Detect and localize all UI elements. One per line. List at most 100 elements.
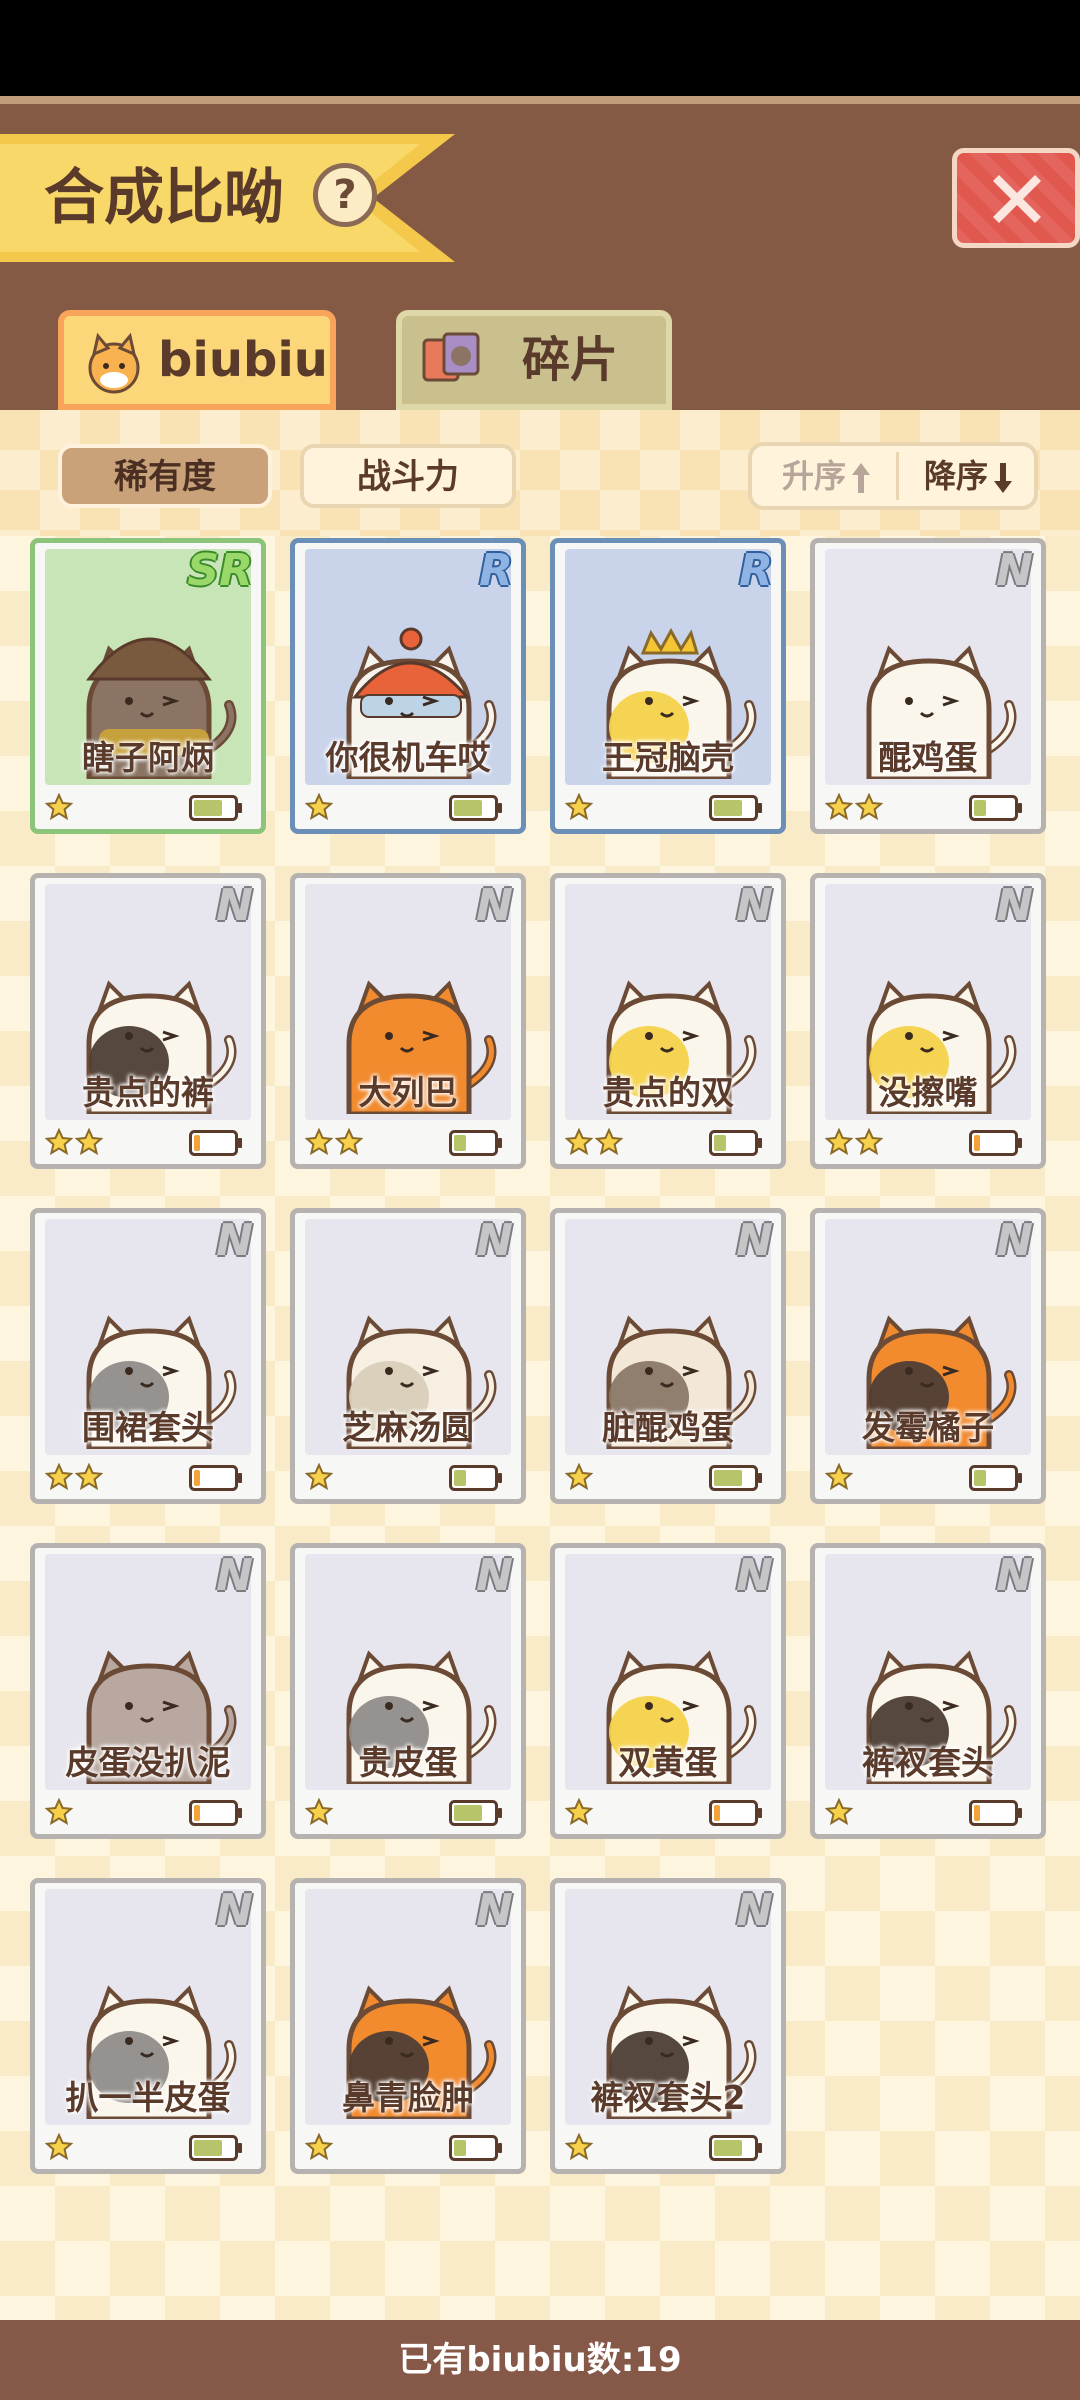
tab-biubiu[interactable]: biubiu <box>58 310 336 410</box>
rarity-badge: N <box>216 1550 253 1601</box>
star-rating <box>564 792 595 823</box>
rarity-badge: N <box>476 1215 513 1266</box>
rarity-badge: N <box>216 880 253 931</box>
battery-icon <box>969 1465 1023 1491</box>
sort-rarity-button[interactable]: 稀有度 <box>58 444 272 508</box>
card-name: 没擦嘴 <box>878 1073 978 1112</box>
star-icon <box>594 1127 624 1156</box>
card[interactable]: N 鼻青脸肿 <box>290 1878 526 2174</box>
close-button[interactable] <box>952 148 1080 248</box>
card[interactable]: N 脏醌鸡蛋 <box>550 1208 786 1504</box>
card-name: 裤衩套头2 <box>590 2078 746 2117</box>
sort-power-button[interactable]: 战斗力 <box>300 444 516 508</box>
card-name: 裤衩套头 <box>862 1743 994 1782</box>
puzzle-pieces-icon <box>422 332 480 382</box>
rarity-badge: N <box>216 1215 253 1266</box>
star-rating <box>44 1462 105 1493</box>
order-toggle: 升序 降序 <box>748 442 1038 510</box>
card-name: 王冠脑壳 <box>602 738 734 777</box>
order-desc-label: 降序 <box>924 457 989 495</box>
star-icon <box>44 2132 74 2161</box>
star-icon <box>44 1797 74 1826</box>
card[interactable]: N 贵点的裤 <box>30 873 266 1169</box>
card[interactable]: R 王冠脑壳 <box>550 538 786 834</box>
card[interactable]: N 醌鸡蛋 <box>810 538 1046 834</box>
battery-icon <box>189 1130 243 1156</box>
star-rating <box>44 792 75 823</box>
arrow-up-icon <box>852 463 871 493</box>
star-icon <box>304 1462 334 1491</box>
card[interactable]: R 你很机车哎 <box>290 538 526 834</box>
order-asc-button[interactable]: 升序 <box>782 446 872 506</box>
star-rating <box>304 2132 335 2163</box>
rarity-badge: N <box>476 880 513 931</box>
order-desc-button[interactable]: 降序 <box>924 446 1014 506</box>
battery-icon <box>709 795 763 821</box>
card[interactable]: N 大列巴 <box>290 873 526 1169</box>
star-icon <box>824 792 854 821</box>
star-rating <box>564 1462 595 1493</box>
rarity-badge: R <box>479 545 513 596</box>
rarity-badge: N <box>996 880 1033 931</box>
card-name: 大列巴 <box>358 1073 458 1112</box>
tab-pieces[interactable]: 碎片 <box>396 310 672 410</box>
help-button[interactable]: ? <box>313 163 377 227</box>
card-name: 贵皮蛋 <box>358 1743 458 1782</box>
card[interactable]: N 裤衩套头 <box>810 1543 1046 1839</box>
card[interactable]: N 贵皮蛋 <box>290 1543 526 1839</box>
battery-icon <box>189 1800 243 1826</box>
card-name: 鼻青脸肿 <box>342 2078 474 2117</box>
card[interactable]: SR 瞎子阿炳 <box>30 538 266 834</box>
card[interactable]: N 没擦嘴 <box>810 873 1046 1169</box>
star-rating <box>304 1462 335 1493</box>
rarity-badge: N <box>996 1215 1033 1266</box>
order-asc-label: 升序 <box>782 457 847 495</box>
card[interactable]: N 芝麻汤圆 <box>290 1208 526 1504</box>
rarity-badge: N <box>476 1885 513 1936</box>
battery-icon <box>709 1130 763 1156</box>
star-icon <box>74 1462 104 1491</box>
card[interactable]: N 裤衩套头2 <box>550 1878 786 2174</box>
star-icon <box>44 1462 74 1491</box>
star-rating <box>564 2132 595 2163</box>
battery-icon <box>449 1800 503 1826</box>
battery-icon <box>709 2135 763 2161</box>
star-icon <box>564 1127 594 1156</box>
order-divider <box>896 452 899 500</box>
star-icon <box>44 792 74 821</box>
star-icon <box>74 1127 104 1156</box>
card[interactable]: N 围裙套头 <box>30 1208 266 1504</box>
card-name: 你很机车哎 <box>325 738 491 777</box>
tab-biubiu-label: biubiu <box>158 332 328 388</box>
star-icon <box>304 2132 334 2161</box>
star-icon <box>44 1127 74 1156</box>
star-icon <box>824 1462 854 1491</box>
footer-count: 已有biubiu数:19 <box>0 2320 1080 2400</box>
rarity-badge: N <box>996 1550 1033 1601</box>
card-name: 贵点的双 <box>602 1073 734 1112</box>
star-rating <box>304 1127 365 1158</box>
star-rating <box>304 792 335 823</box>
status-bar <box>0 0 1080 96</box>
battery-icon <box>449 1465 503 1491</box>
star-icon <box>854 1127 884 1156</box>
card[interactable]: N 皮蛋没扒泥 <box>30 1543 266 1839</box>
card[interactable]: N 贵点的双 <box>550 873 786 1169</box>
arrow-down-icon <box>994 463 1013 493</box>
card[interactable]: N 发霉橘子 <box>810 1208 1046 1504</box>
card-name: 发霉橘子 <box>862 1408 994 1447</box>
cat-face-icon <box>88 332 140 394</box>
star-rating <box>564 1797 595 1828</box>
star-icon <box>564 1797 594 1826</box>
rarity-badge: N <box>736 1215 773 1266</box>
rarity-badge: N <box>736 1550 773 1601</box>
card[interactable]: N 双黄蛋 <box>550 1543 786 1839</box>
star-rating <box>824 1462 855 1493</box>
battery-icon <box>709 1465 763 1491</box>
battery-icon <box>709 1800 763 1826</box>
star-icon <box>304 1127 334 1156</box>
battery-icon <box>449 1130 503 1156</box>
card[interactable]: N 扒一半皮蛋 <box>30 1878 266 2174</box>
rarity-badge: N <box>476 1550 513 1601</box>
star-icon <box>564 1462 594 1491</box>
